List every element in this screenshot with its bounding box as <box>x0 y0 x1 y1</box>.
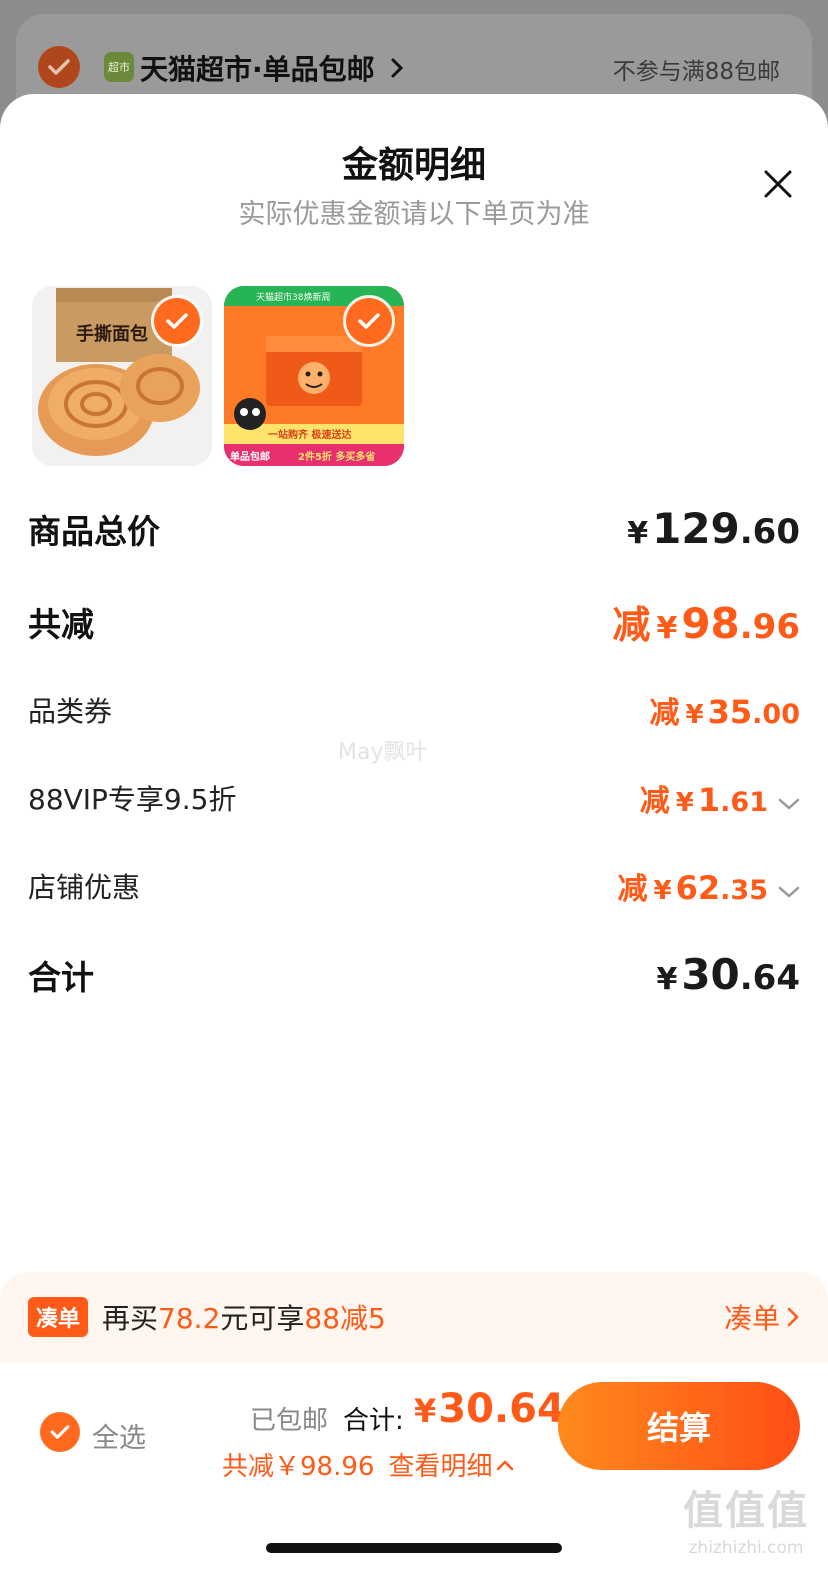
grand-total-row: 合计 ¥30.64 <box>28 950 800 999</box>
user-watermark: May飘叶 <box>338 740 428 765</box>
product-selected-check-icon[interactable] <box>154 298 200 344</box>
svg-text:天猫超市38焕新周: 天猫超市38焕新周 <box>256 291 330 303</box>
total-amount: ¥30.64 <box>414 1386 565 1432</box>
select-all-checkbox[interactable] <box>40 1412 80 1452</box>
close-icon <box>764 170 792 198</box>
shipping-status: 已包邮 <box>250 1406 329 1436</box>
category-coupon-row: 品类券 减 ¥35.00 <box>28 688 800 732</box>
total-label: 合计: <box>343 1406 404 1436</box>
svg-text:一站购齐 极速送达: 一站购齐 极速送达 <box>268 428 351 441</box>
store-discount-amount: 减 ¥62.35 <box>618 864 800 908</box>
chevron-down-icon[interactable] <box>778 885 800 899</box>
bundle-link[interactable]: 凑单 <box>724 1297 800 1337</box>
store-discount-row[interactable]: 店铺优惠 减 ¥62.35 <box>28 864 800 908</box>
bundle-tag: 凑单 <box>28 1297 89 1337</box>
total-discount-row: 共减 减 ¥98.96 <box>28 594 800 649</box>
sheet-subtitle: 实际优惠金额请以下单页为准 <box>238 199 590 230</box>
bundle-text: 再买78.2元可享88减5 <box>102 1302 386 1335</box>
svg-text:单品包邮: 单品包邮 <box>230 450 270 463</box>
store-discount-label: 店铺优惠 <box>28 871 141 904</box>
product-thumbnail-bread[interactable]: 手撕面包 <box>32 286 212 466</box>
check-icon <box>50 1425 70 1439</box>
view-detail-link[interactable]: 查看明细 <box>388 1446 514 1483</box>
vip-discount-row[interactable]: 88VIP专享9.5折 减 ¥1.61 <box>28 776 800 820</box>
svg-text:2件5折 多买多省: 2件5折 多买多省 <box>298 450 375 463</box>
category-coupon-label: 品类券 <box>28 695 113 728</box>
sheet-title: 金额明细 <box>341 145 486 186</box>
home-indicator[interactable] <box>266 1543 562 1553</box>
store-shipping-note: 不参与满88包邮 <box>612 59 780 85</box>
amount-detail-sheet: 金额明细 实际优惠金额请以下单页为准 手撕面包 天猫超市38焕新周 一站购齐 极… <box>0 94 828 1569</box>
vip-discount-label: 88VIP专享9.5折 <box>28 783 237 816</box>
vip-discount-amount: 减 ¥1.61 <box>640 776 800 820</box>
close-button[interactable] <box>752 158 804 210</box>
checkout-button[interactable]: 结算 <box>558 1382 800 1470</box>
goods-total-row: 商品总价 ¥129.60 <box>28 504 800 553</box>
total-discount-amount: 减 ¥98.96 <box>612 599 800 648</box>
chevron-up-icon <box>497 1459 514 1470</box>
grand-total-amount: ¥30.64 <box>656 950 800 999</box>
site-watermark: 值值值 zhizhizhi.com <box>683 1488 809 1558</box>
store-check-icon[interactable] <box>38 46 80 88</box>
total-discount-label: 共减 <box>28 604 94 644</box>
svg-text:手撕面包: 手撕面包 <box>76 323 148 345</box>
chevron-right-icon <box>787 1307 799 1327</box>
goods-total-amount: ¥129.60 <box>627 504 800 553</box>
product-thumbnail-gift-box[interactable]: 天猫超市38焕新周 一站购齐 极速送达 单品包邮 2件5折 多买多省 <box>224 286 404 466</box>
grand-total-label: 合计 <box>28 957 94 997</box>
product-selected-check-icon[interactable] <box>346 298 392 344</box>
tmall-market-logo-icon: 超市 <box>104 52 134 82</box>
savings-line: 共减￥98.96 查看明细 <box>222 1446 514 1483</box>
category-coupon-amount: 减 ¥35.00 <box>649 693 800 731</box>
savings-text: 共减￥98.96 <box>222 1452 375 1482</box>
select-all-label[interactable]: 全选 <box>92 1416 146 1455</box>
store-title[interactable]: 天猫超市·单品包邮 <box>140 48 404 88</box>
chevron-down-icon[interactable] <box>778 797 800 811</box>
bundle-suggestion-bar: 凑单 再买78.2元可享88减5 凑单 <box>0 1272 828 1362</box>
goods-total-label: 商品总价 <box>28 511 160 551</box>
